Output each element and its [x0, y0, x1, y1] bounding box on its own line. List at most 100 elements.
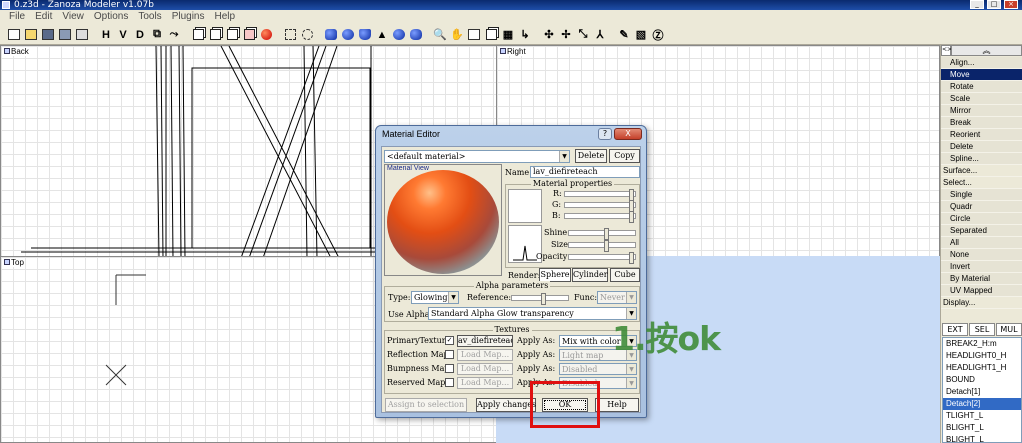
g-slider[interactable]	[564, 200, 636, 212]
r-slider[interactable]	[564, 189, 636, 201]
view-h-button[interactable]: H	[98, 27, 114, 43]
alpha-type-select[interactable]: Glowing ▼	[411, 291, 459, 304]
texture-icon[interactable]: ▧	[633, 27, 649, 43]
load-map-button[interactable]: Load Map...	[457, 363, 513, 375]
close-icon[interactable]: X	[614, 128, 642, 140]
command-item[interactable]: Rotate	[941, 81, 1022, 93]
cube-icon[interactable]	[241, 27, 257, 43]
texture-enable-checkbox[interactable]	[445, 378, 454, 387]
select-box-icon[interactable]	[282, 27, 298, 43]
tab-sel[interactable]: SEL	[969, 323, 995, 336]
command-item[interactable]: Separated	[941, 225, 1022, 237]
command-item[interactable]: Circle	[941, 213, 1022, 225]
size-slider[interactable]	[568, 240, 636, 252]
menu-help[interactable]: Help	[210, 10, 241, 24]
torus-primitive-icon[interactable]	[391, 27, 407, 43]
cone-primitive-icon[interactable]: ▲	[374, 27, 390, 43]
command-item[interactable]: Scale	[941, 93, 1022, 105]
name-field[interactable]: lav_diefireteach	[530, 166, 640, 178]
menu-view[interactable]: View	[57, 10, 89, 24]
tab-mul[interactable]: MUL	[996, 323, 1022, 336]
print-icon[interactable]	[74, 27, 90, 43]
menu-edit[interactable]: Edit	[30, 10, 57, 24]
reference-slider[interactable]	[511, 293, 569, 305]
delete-button[interactable]: Delete	[575, 149, 607, 163]
object-list-item[interactable]: BOUND	[943, 374, 1021, 386]
load-map-button[interactable]: Load Map...	[457, 377, 513, 389]
spring-primitive-icon[interactable]	[408, 27, 424, 43]
maximize-icon[interactable]: □	[987, 0, 1001, 9]
object-list-item[interactable]: HEADLIGHT0_H	[943, 350, 1021, 362]
zoom-icon[interactable]: 🔍	[432, 27, 448, 43]
b-slider[interactable]	[564, 211, 636, 223]
object-list-item[interactable]: HEADLIGHT1_H	[943, 362, 1021, 374]
command-item[interactable]: Break	[941, 117, 1022, 129]
render-cylinder-button[interactable]: Cylinder	[572, 268, 608, 282]
assign-to-selection-button[interactable]: Assign to selection	[385, 398, 467, 412]
paint-icon[interactable]: ✎	[616, 27, 632, 43]
copy-button[interactable]: Copy	[609, 149, 640, 163]
view-d-button[interactable]: D	[132, 27, 148, 43]
view-v-button[interactable]: V	[115, 27, 131, 43]
object-list-item[interactable]: BLIGHT_L	[943, 422, 1021, 434]
object-list-item[interactable]: Detach[2]	[943, 398, 1021, 410]
hierarchy-icon[interactable]: ⧉	[149, 27, 165, 43]
command-item[interactable]: Mirror	[941, 105, 1022, 117]
help-icon[interactable]: Ⓩ	[650, 27, 666, 43]
select-circle-icon[interactable]	[299, 27, 315, 43]
axis-icon[interactable]: ↳	[517, 27, 533, 43]
command-item[interactable]: All	[941, 237, 1022, 249]
apply-as-select[interactable]: Disabled ▼	[559, 363, 637, 375]
object-list-item[interactable]: BREAK2_H:m	[943, 338, 1021, 350]
load-map-button[interactable]: Load Map...	[457, 349, 513, 361]
command-item[interactable]: Spline...	[941, 153, 1022, 165]
pan-icon[interactable]: ✋	[449, 27, 465, 43]
command-item[interactable]: Delete	[941, 141, 1022, 153]
command-item[interactable]: Align...	[941, 57, 1022, 69]
rotate-icon[interactable]: ✢	[558, 27, 574, 43]
command-item[interactable]: None	[941, 249, 1022, 261]
texture-enable-checkbox[interactable]: ✓	[445, 336, 454, 345]
box-primitive-icon[interactable]	[323, 27, 339, 43]
command-item[interactable]: Reorient	[941, 129, 1022, 141]
panel-toggle-button[interactable]: <>	[941, 45, 952, 56]
object-list-item[interactable]: Detach[1]	[943, 386, 1021, 398]
apply-changes-button[interactable]: Apply changes	[476, 398, 536, 412]
menu-tools[interactable]: Tools	[133, 10, 166, 24]
cylinder-primitive-icon[interactable]	[357, 27, 373, 43]
command-item[interactable]: Move	[941, 69, 1022, 81]
curve-icon[interactable]: ⤳	[166, 27, 182, 43]
save-icon[interactable]	[40, 27, 56, 43]
opacity-slider[interactable]	[568, 252, 636, 264]
func-select[interactable]: Never ▼	[597, 291, 637, 304]
command-item[interactable]: UV Mapped	[941, 285, 1022, 297]
cube-icon[interactable]	[190, 27, 206, 43]
object-list-item[interactable]: TLIGHT_L	[943, 410, 1021, 422]
minimize-icon[interactable]: _	[970, 0, 984, 9]
cube-view-icon[interactable]	[483, 27, 499, 43]
grid-icon[interactable]: ▦	[500, 27, 516, 43]
render-sphere-button[interactable]: Sphere	[539, 268, 571, 282]
close-icon[interactable]: ×	[1004, 0, 1018, 9]
shine-slider[interactable]	[568, 228, 636, 240]
new-file-icon[interactable]	[6, 27, 22, 43]
help-button[interactable]: Help	[595, 398, 639, 412]
command-item[interactable]: Invert	[941, 261, 1022, 273]
help-icon[interactable]: ?	[598, 128, 612, 140]
collapse-button[interactable]: ︽	[951, 45, 1022, 56]
command-item[interactable]: By Material	[941, 273, 1022, 285]
menu-options[interactable]: Options	[89, 10, 133, 24]
command-item[interactable]: Single	[941, 189, 1022, 201]
move-icon[interactable]: ✣	[541, 27, 557, 43]
command-item[interactable]: Quadr	[941, 201, 1022, 213]
load-map-button[interactable]: av_diefireteach	[457, 335, 513, 347]
use-alpha-select[interactable]: Standard Alpha Glow transparency ▼	[428, 307, 637, 320]
scale-icon[interactable]: ⤡	[575, 27, 591, 43]
color-swatch[interactable]	[508, 189, 542, 223]
save-all-icon[interactable]	[57, 27, 73, 43]
render-cube-button[interactable]: Cube	[610, 268, 640, 282]
object-list[interactable]: BREAK2_H:m HEADLIGHT0_H HEADLIGHT1_H BOUND D…	[942, 337, 1022, 443]
object-list-item[interactable]: BLIGHT_L	[943, 434, 1021, 442]
material-select[interactable]: <default material> ▼	[384, 150, 570, 163]
menu-plugins[interactable]: Plugins	[167, 10, 210, 24]
